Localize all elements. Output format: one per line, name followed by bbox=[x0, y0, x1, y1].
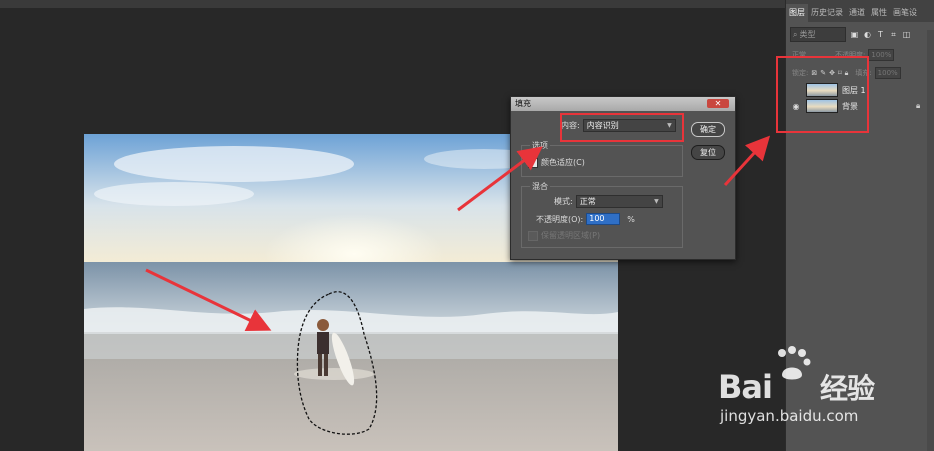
dialog-title: 填充 bbox=[515, 99, 531, 108]
opacity-input[interactable]: 100% bbox=[868, 49, 895, 61]
color-adapt-checkbox[interactable]: ✓ bbox=[528, 157, 538, 168]
opacity-unit: % bbox=[627, 214, 635, 224]
options-group: 选项 ✓ 颜色适应(C) bbox=[521, 140, 683, 177]
layer-kind-filter-label: 类型 bbox=[799, 29, 816, 39]
tab-properties[interactable]: 属性 bbox=[868, 4, 890, 22]
baidu-watermark: Bai 经验 jingyan.baidu.com bbox=[718, 345, 918, 435]
chevron-down-icon: ▼ bbox=[654, 198, 659, 205]
tab-channels[interactable]: 通道 bbox=[846, 4, 868, 22]
reset-button[interactable]: 复位 bbox=[691, 145, 725, 160]
mode-select-value: 正常 bbox=[579, 197, 596, 206]
smart-filter-icon[interactable]: ◫ bbox=[902, 30, 911, 39]
opacity-label: 不透明度(O): bbox=[536, 214, 584, 224]
adjust-filter-icon[interactable]: ◐ bbox=[863, 30, 872, 39]
content-highlight-box bbox=[560, 113, 684, 142]
top-ruler bbox=[0, 0, 785, 8]
preserve-transparency-checkbox[interactable] bbox=[528, 230, 538, 241]
watermark-brand: Bai 经验 bbox=[718, 367, 875, 407]
search-icon: ⌕ bbox=[793, 29, 798, 39]
layers-highlight-box bbox=[776, 56, 869, 133]
text-filter-icon[interactable]: T bbox=[876, 30, 885, 39]
image-filter-icon[interactable]: ▣ bbox=[850, 30, 859, 39]
ok-button[interactable]: 确定 bbox=[691, 122, 725, 137]
panel-scrollbar[interactable] bbox=[927, 30, 934, 451]
lock-icon: 🔒︎ bbox=[916, 101, 921, 110]
opacity-input[interactable]: 100 bbox=[586, 213, 621, 225]
watermark-brand-cn: 经验 bbox=[819, 372, 875, 405]
blend-group: 混合 模式: 正常 ▼ 不透明度(O): 100 % 保留透明区域(P) bbox=[521, 181, 683, 248]
options-group-title: 选项 bbox=[530, 140, 550, 151]
watermark-url: jingyan.baidu.com bbox=[720, 407, 859, 425]
mode-row: 模式: 正常 ▼ bbox=[554, 195, 663, 208]
tab-layers[interactable]: 图层 bbox=[786, 4, 808, 22]
blend-group-title: 混合 bbox=[530, 181, 550, 192]
mode-select[interactable]: 正常 ▼ bbox=[575, 195, 663, 208]
close-icon[interactable]: ✕ bbox=[707, 99, 729, 108]
layer-filter-row: ⌕ 类型 ▣ ◐ T ⌗ ◫ bbox=[786, 22, 934, 46]
panel-tabs: 图层 历史记录 通道 属性 画笔设 bbox=[786, 0, 934, 22]
color-adapt-label: 颜色适应(C) bbox=[541, 158, 585, 167]
tab-brush-settings[interactable]: 画笔设 bbox=[890, 4, 920, 22]
dialog-title-bar[interactable]: 填充 ✕ bbox=[511, 97, 735, 111]
preserve-transparency-label: 保留透明区域(P) bbox=[541, 231, 601, 240]
layer-kind-filter[interactable]: ⌕ 类型 bbox=[790, 26, 846, 42]
shape-filter-icon[interactable]: ⌗ bbox=[889, 30, 898, 39]
watermark-brand-text: Bai bbox=[718, 368, 773, 406]
opacity-row: 不透明度(O): 100 % bbox=[536, 213, 635, 225]
color-adapt-row: ✓ 颜色适应(C) bbox=[528, 157, 585, 168]
fill-input[interactable]: 100% bbox=[874, 67, 901, 79]
mode-label: 模式: bbox=[554, 197, 573, 206]
preserve-row: 保留透明区域(P) bbox=[528, 230, 600, 241]
tab-history[interactable]: 历史记录 bbox=[808, 4, 846, 22]
